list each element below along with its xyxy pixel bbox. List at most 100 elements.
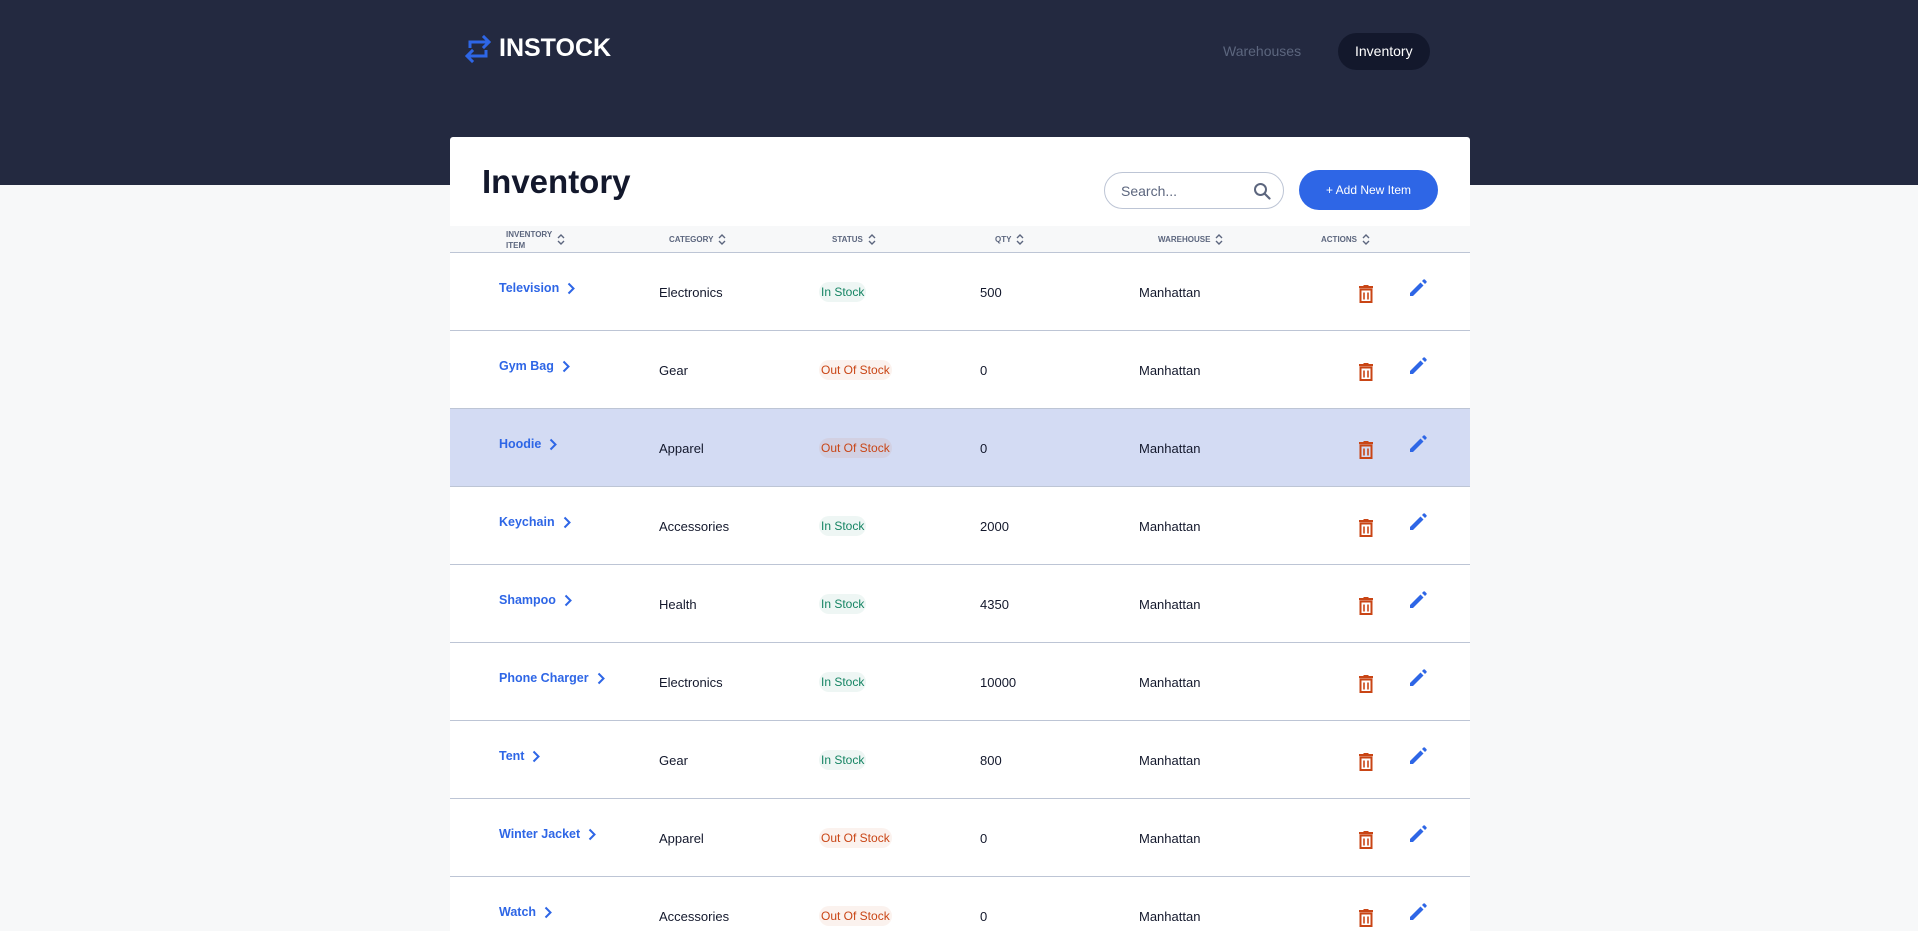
edit-button[interactable]: [1409, 639, 1427, 717]
edit-icon: [1410, 435, 1427, 452]
edit-icon: [1410, 591, 1427, 608]
inventory-item-link[interactable]: Phone Charger: [499, 639, 605, 717]
delete-button[interactable]: [1359, 489, 1373, 567]
sort-icon[interactable]: [868, 233, 876, 246]
status-cell: Out Of Stock: [819, 409, 892, 487]
column-header-qty[interactable]: Qty: [995, 226, 1024, 253]
sort-icon[interactable]: [1362, 233, 1370, 246]
qty-cell: 0: [980, 440, 988, 456]
search-box[interactable]: [1104, 172, 1284, 209]
table-row: Phone Charger Electronics In Stock 10000…: [450, 643, 1470, 721]
delete-icon: [1359, 285, 1373, 303]
delete-button[interactable]: [1359, 333, 1373, 411]
search-icon[interactable]: [1253, 182, 1271, 205]
inventory-table-body: Television Electronics In Stock 500 Manh…: [450, 253, 1470, 931]
edit-icon: [1410, 357, 1427, 374]
status-badge: Out Of Stock: [819, 828, 892, 848]
item-name: Hoodie: [499, 437, 542, 451]
sort-icon[interactable]: [557, 233, 565, 246]
category-cell: Apparel: [659, 830, 704, 846]
inventory-item-link[interactable]: Tent: [499, 717, 541, 795]
edit-icon: [1410, 513, 1427, 530]
edit-icon: [1410, 747, 1427, 764]
edit-icon: [1410, 669, 1427, 686]
chevron-right-icon: [544, 906, 552, 918]
column-header-status[interactable]: Status: [832, 226, 876, 253]
table-row: Keychain Accessories In Stock 2000 Manha…: [450, 487, 1470, 565]
chevron-right-icon: [597, 672, 605, 684]
edit-button[interactable]: [1409, 405, 1427, 483]
edit-button[interactable]: [1409, 717, 1427, 795]
table-row: Television Electronics In Stock 500 Manh…: [450, 253, 1470, 331]
edit-button[interactable]: [1409, 327, 1427, 405]
delete-button[interactable]: [1359, 645, 1373, 723]
item-name: Tent: [499, 749, 525, 763]
chevron-right-icon: [533, 750, 541, 762]
delete-button[interactable]: [1359, 567, 1373, 645]
category-cell: Health: [659, 596, 697, 612]
column-header-warehouse[interactable]: Warehouse: [1158, 226, 1223, 253]
sort-icon[interactable]: [718, 233, 726, 246]
item-name: Keychain: [499, 515, 555, 529]
top-nav: INSTOCK Warehouses Inventory: [0, 0, 1918, 102]
delete-button[interactable]: [1359, 801, 1373, 879]
inventory-item-link[interactable]: Keychain: [499, 483, 571, 561]
delete-button[interactable]: [1359, 879, 1373, 931]
inventory-item-link[interactable]: Winter Jacket: [499, 795, 597, 873]
inventory-item-link[interactable]: Television: [499, 249, 576, 327]
table-row: Winter Jacket Apparel Out Of Stock 0 Man…: [450, 799, 1470, 877]
edit-button[interactable]: [1409, 561, 1427, 639]
inventory-item-link[interactable]: Hoodie: [499, 405, 558, 483]
table-row: Shampoo Health In Stock 4350 Manhattan: [450, 565, 1470, 643]
warehouse-cell: Manhattan: [1139, 674, 1201, 690]
delete-icon: [1359, 753, 1373, 771]
delete-icon: [1359, 675, 1373, 693]
add-new-item-button[interactable]: + Add New Item: [1299, 170, 1438, 210]
delete-button[interactable]: [1359, 411, 1373, 489]
status-cell: In Stock: [819, 721, 867, 799]
edit-button[interactable]: [1409, 873, 1427, 931]
item-name: Television: [499, 281, 560, 295]
status-badge: In Stock: [819, 516, 867, 536]
qty-cell: 2000: [980, 518, 1009, 534]
column-header-actions[interactable]: Actions: [1321, 226, 1370, 253]
edit-button[interactable]: [1409, 249, 1427, 327]
warehouse-cell: Manhattan: [1139, 440, 1201, 456]
status-cell: In Stock: [819, 487, 867, 565]
nav-warehouses[interactable]: Warehouses: [1206, 33, 1318, 70]
sort-icon[interactable]: [1016, 233, 1024, 246]
delete-button[interactable]: [1359, 723, 1373, 801]
status-badge: Out Of Stock: [819, 360, 892, 380]
edit-button[interactable]: [1409, 483, 1427, 561]
inventory-item-link[interactable]: Shampoo: [499, 561, 572, 639]
table-header: Inventory Item Category Status Qty Wareh…: [450, 226, 1470, 253]
delete-icon: [1359, 363, 1373, 381]
delete-icon: [1359, 441, 1373, 459]
edit-button[interactable]: [1409, 795, 1427, 873]
category-cell: Accessories: [659, 518, 730, 534]
logo[interactable]: INSTOCK: [465, 34, 611, 63]
status-cell: Out Of Stock: [819, 877, 892, 931]
inventory-item-link[interactable]: Gym Bag: [499, 327, 570, 405]
table-row: Tent Gear In Stock 800 Manhattan: [450, 721, 1470, 799]
warehouse-cell: Manhattan: [1139, 830, 1201, 846]
chevron-right-icon: [562, 360, 570, 372]
nav-inventory[interactable]: Inventory: [1338, 33, 1430, 70]
chevron-right-icon: [563, 516, 571, 528]
delete-button[interactable]: [1359, 255, 1373, 333]
status-cell: Out Of Stock: [819, 799, 892, 877]
status-cell: In Stock: [819, 565, 867, 643]
inventory-item-link[interactable]: Watch: [499, 873, 552, 931]
table-row: Hoodie Apparel Out Of Stock 0 Manhattan: [450, 409, 1470, 487]
category-cell: Accessories: [659, 908, 730, 924]
inventory-card: Inventory + Add New Item Inventory Item …: [450, 137, 1470, 931]
edit-icon: [1410, 903, 1427, 920]
sort-icon[interactable]: [1215, 233, 1223, 246]
qty-cell: 0: [980, 362, 988, 378]
column-header-category[interactable]: Category: [669, 226, 726, 253]
search-input[interactable]: [1105, 173, 1255, 208]
qty-cell: 10000: [980, 674, 1017, 690]
swap-arrows-icon: [465, 34, 491, 63]
category-cell: Gear: [659, 752, 688, 768]
table-row: Watch Accessories Out Of Stock 0 Manhatt…: [450, 877, 1470, 931]
